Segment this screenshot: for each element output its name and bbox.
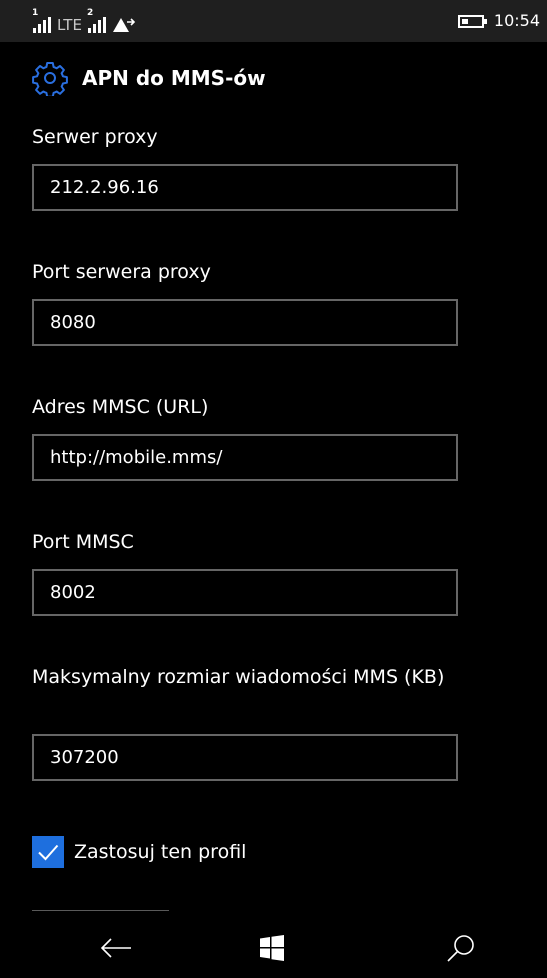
clock: 10:54 xyxy=(493,11,540,30)
status-bar-right: 10:54 xyxy=(457,11,540,30)
search-button[interactable] xyxy=(441,928,481,968)
apply-profile-label: Zastosuj ten profil xyxy=(74,841,247,863)
status-bar-left: 1 LTE 2 xyxy=(32,8,136,34)
apply-profile-row[interactable]: Zastosuj ten profil xyxy=(32,835,246,869)
page-header: APN do MMS-ów xyxy=(32,58,266,98)
divider xyxy=(32,910,169,911)
proxy-port-value: 8080 xyxy=(50,312,96,333)
checkmark-icon xyxy=(38,844,59,861)
mmsc-url-label: Adres MMSC (URL) xyxy=(32,396,209,418)
search-icon xyxy=(447,935,474,962)
navigation-bar xyxy=(0,916,547,978)
data-transfer-icon xyxy=(112,18,136,32)
proxy-port-label: Port serwera proxy xyxy=(32,261,211,283)
network-type-label: LTE xyxy=(57,16,82,34)
sim2-label: 2 xyxy=(86,8,94,18)
back-arrow-icon xyxy=(100,938,131,958)
mmsc-port-value: 8002 xyxy=(50,582,96,603)
sim1-label: 1 xyxy=(32,8,39,18)
mmsc-url-value: http://mobile.mms/ xyxy=(50,447,223,468)
gear-icon xyxy=(32,62,68,96)
battery-icon xyxy=(457,14,487,28)
max-mms-size-value: 307200 xyxy=(50,747,119,768)
mmsc-url-input[interactable]: http://mobile.mms/ xyxy=(32,434,458,481)
mmsc-port-label: Port MMSC xyxy=(32,531,134,553)
max-mms-size-label: Maksymalny rozmiar wiadomości MMS (KB) xyxy=(32,666,445,688)
apply-profile-checkbox[interactable] xyxy=(32,836,64,868)
proxy-server-label: Serwer proxy xyxy=(32,126,158,148)
status-bar: 1 LTE 2 10:54 xyxy=(0,0,547,42)
battery-level-fill xyxy=(461,18,468,24)
sim2-signal-icon: 2 xyxy=(87,8,106,33)
proxy-server-input[interactable]: 212.2.96.16 xyxy=(32,164,458,211)
windows-logo-icon xyxy=(260,935,284,961)
sim1-signal-icon: 1 xyxy=(32,8,51,33)
proxy-server-value: 212.2.96.16 xyxy=(50,177,159,198)
back-button[interactable] xyxy=(96,928,136,968)
start-button[interactable] xyxy=(252,928,292,968)
max-mms-size-input[interactable]: 307200 xyxy=(32,734,458,781)
mmsc-port-input[interactable]: 8002 xyxy=(32,569,458,616)
proxy-port-input[interactable]: 8080 xyxy=(32,299,458,346)
page-title: APN do MMS-ów xyxy=(82,66,266,90)
